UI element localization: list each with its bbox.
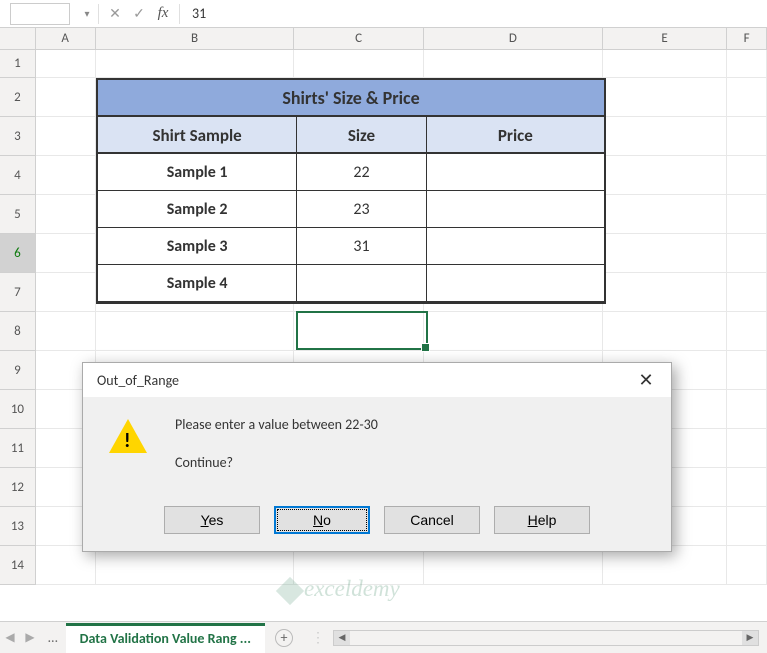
- row-header[interactable]: 5: [0, 195, 36, 234]
- help-button[interactable]: Help: [494, 506, 590, 534]
- data-table: Shirts' Size & Price Shirt Sample Size P…: [96, 78, 606, 304]
- row-header[interactable]: 12: [0, 468, 36, 507]
- warning-icon: [109, 415, 153, 490]
- scroll-right-icon[interactable]: ▶: [742, 631, 758, 645]
- row-header[interactable]: 8: [0, 312, 36, 351]
- row-header[interactable]: 4: [0, 156, 36, 195]
- row-header[interactable]: 3: [0, 117, 36, 156]
- name-box-expand-icon[interactable]: ▾: [80, 7, 94, 20]
- cancel-icon[interactable]: ✕: [103, 5, 127, 22]
- column-headers: A B C D E F: [0, 28, 767, 50]
- table-row: Sample 1 22: [98, 154, 604, 191]
- row-header[interactable]: 1: [0, 50, 36, 78]
- row-header[interactable]: 14: [0, 546, 36, 585]
- sheet-tab-active[interactable]: Data Validation Value Rang ...: [66, 623, 265, 653]
- row-header[interactable]: 10: [0, 390, 36, 429]
- dialog-title: Out_of_Range: [97, 372, 179, 389]
- table-header-row: Shirt Sample Size Price: [98, 117, 604, 154]
- row-header[interactable]: 9: [0, 351, 36, 390]
- yes-button[interactable]: Yes: [164, 506, 260, 534]
- cancel-button[interactable]: Cancel: [384, 506, 480, 534]
- sheet-tabs-bar: ◀ ▶ … Data Validation Value Rang ... + ⋮…: [0, 621, 767, 653]
- cell-size[interactable]: 22: [297, 154, 426, 190]
- dialog-prompt: Continue?: [175, 453, 378, 473]
- col-header-f[interactable]: F: [727, 28, 767, 49]
- tab-more[interactable]: …: [40, 629, 66, 646]
- cell-size[interactable]: 23: [297, 191, 426, 227]
- row-header[interactable]: 2: [0, 78, 36, 117]
- scroll-left-icon[interactable]: ◀: [334, 631, 350, 645]
- row-header[interactable]: 11: [0, 429, 36, 468]
- col-header-d[interactable]: D: [424, 28, 603, 49]
- table-header-cell[interactable]: Price: [427, 117, 604, 152]
- tab-scroll-left-icon[interactable]: ◀: [0, 630, 20, 645]
- tab-scroll-right-icon[interactable]: ▶: [20, 630, 40, 645]
- col-header-b[interactable]: B: [96, 28, 295, 49]
- name-box[interactable]: [10, 3, 70, 25]
- horizontal-scrollbar[interactable]: ◀ ▶: [333, 630, 759, 646]
- col-header-a[interactable]: A: [36, 28, 96, 49]
- cell-price[interactable]: [427, 228, 604, 264]
- formula-bar: ▾ ✕ ✓ fx 31: [0, 0, 767, 28]
- cell-price[interactable]: [427, 265, 604, 301]
- cell-sample[interactable]: Sample 1: [98, 154, 297, 190]
- select-all-corner[interactable]: [0, 28, 36, 49]
- enter-icon[interactable]: ✓: [127, 5, 151, 22]
- row-header[interactable]: 6: [0, 234, 36, 273]
- table-header-cell[interactable]: Shirt Sample: [98, 117, 297, 152]
- cell-price[interactable]: [427, 191, 604, 227]
- cell-sample[interactable]: Sample 3: [98, 228, 297, 264]
- col-header-e[interactable]: E: [603, 28, 727, 49]
- table-row: Sample 4: [98, 265, 604, 302]
- cell-price[interactable]: [427, 154, 604, 190]
- row-header[interactable]: 7: [0, 273, 36, 312]
- cell-size[interactable]: 31: [297, 228, 426, 264]
- fx-icon[interactable]: fx: [151, 5, 175, 22]
- col-header-c[interactable]: C: [294, 28, 423, 49]
- table-header-cell[interactable]: Size: [297, 117, 426, 152]
- formula-input[interactable]: 31: [184, 5, 767, 22]
- cell-sample[interactable]: Sample 4: [98, 265, 297, 301]
- table-row: Sample 3 31: [98, 228, 604, 265]
- row-header[interactable]: 13: [0, 507, 36, 546]
- cell-size[interactable]: [297, 265, 426, 301]
- no-button[interactable]: No: [274, 506, 370, 534]
- close-icon[interactable]: ✕: [631, 369, 661, 391]
- dialog-message: Please enter a value between 22-30: [175, 415, 378, 435]
- validation-dialog: Out_of_Range ✕ Please enter a value betw…: [82, 362, 672, 552]
- table-row: Sample 2 23: [98, 191, 604, 228]
- table-title: Shirts' Size & Price: [98, 80, 604, 117]
- cell-sample[interactable]: Sample 2: [98, 191, 297, 227]
- add-sheet-icon[interactable]: +: [275, 629, 293, 647]
